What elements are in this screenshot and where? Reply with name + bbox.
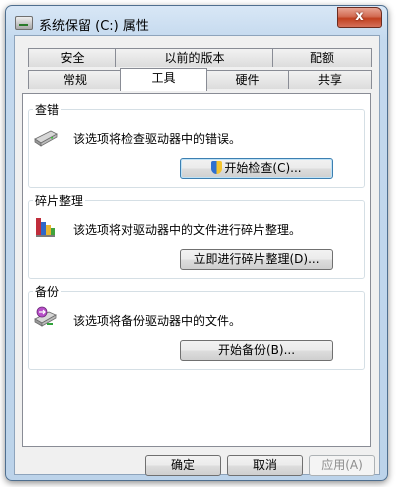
defrag-now-button[interactable]: 立即进行碎片整理(D)... [180,249,333,270]
backup-group: 备份 该选项将备份驱动器中的文件。 开始备份(B)... [28,283,365,370]
close-button[interactable]: x [337,7,382,28]
backup-description: 该选项将备份驱动器中的文件。 [73,314,242,328]
error-check-title: 查错 [33,101,62,118]
ok-button[interactable]: 确定 [145,455,221,476]
defrag-icon [33,213,59,239]
defrag-title: 碎片整理 [33,192,86,209]
start-check-label: 开始检查(C)... [224,161,302,175]
hard-drive-icon [33,123,59,149]
dialog-client: 安全 以前的版本 配额 常规 工具 硬件 共享 查错 该选项将检查驱动器中的错误… [14,35,380,476]
tab-tools[interactable]: 工具 [120,68,207,91]
title-bar[interactable]: 系统保留 (C:) 属性 x [6,6,387,36]
tab-quota[interactable]: 配额 [272,48,372,67]
window-title: 系统保留 (C:) 属性 [39,19,149,34]
tab-sharing[interactable]: 共享 [288,70,372,89]
tools-panel: 查错 该选项将检查驱动器中的错误。 开始检查(C)... 碎片整理 该选项将对驱… [22,93,371,447]
backup-icon [33,304,59,330]
properties-window: 系统保留 (C:) 属性 x 安全 以前的版本 配额 常规 工具 硬件 共享 查… [5,5,388,481]
tab-security[interactable]: 安全 [28,48,117,67]
backup-title: 备份 [33,283,62,300]
start-check-button[interactable]: 开始检查(C)... [180,158,333,179]
tab-hardware[interactable]: 硬件 [205,70,290,89]
tab-previous-versions[interactable]: 以前的版本 [115,48,274,67]
error-check-description: 该选项将检查驱动器中的错误。 [73,132,242,146]
tab-general[interactable]: 常规 [28,70,122,89]
start-backup-button[interactable]: 开始备份(B)... [180,340,333,361]
apply-button[interactable]: 应用(A) [309,455,375,476]
defrag-description: 该选项将对驱动器中的文件进行碎片整理。 [73,223,302,237]
cancel-button[interactable]: 取消 [227,455,303,476]
drive-icon [15,16,33,30]
error-check-group: 查错 该选项将检查驱动器中的错误。 开始检查(C)... [28,101,365,188]
defrag-group: 碎片整理 该选项将对驱动器中的文件进行碎片整理。 立即进行碎片整理(D)... [28,192,365,279]
uac-shield-icon [211,161,223,174]
